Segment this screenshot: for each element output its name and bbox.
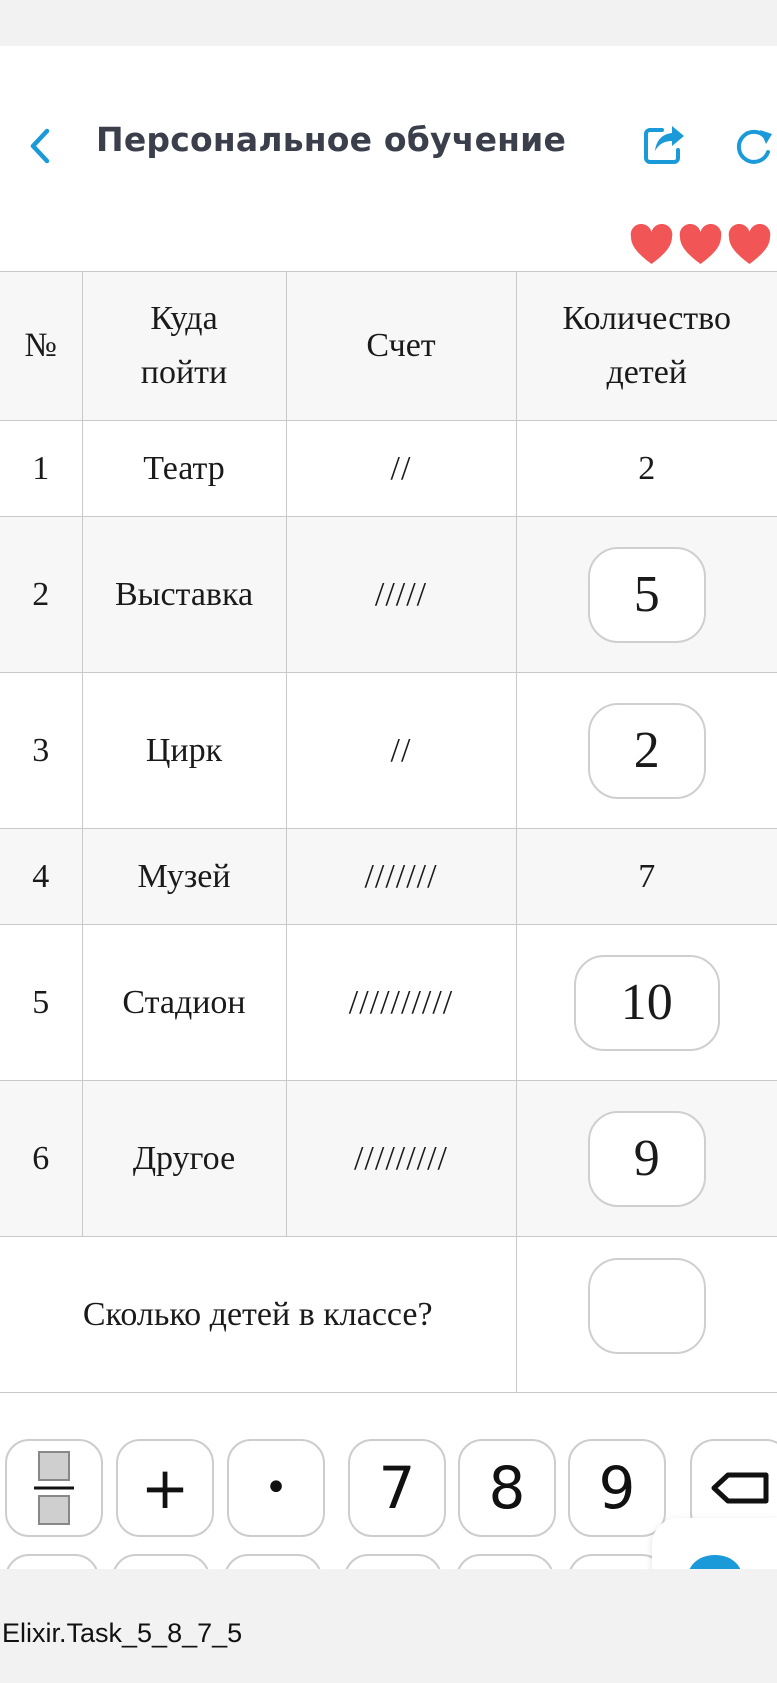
column-header-count: Количество детей	[515, 271, 777, 421]
row-place: Стадион	[81, 924, 287, 1081]
table-row: 4 Музей /////// 7	[0, 828, 777, 925]
column-header-number: №	[0, 271, 83, 421]
row-tally: /////	[285, 516, 517, 673]
count-answer-box[interactable]: 10	[573, 954, 720, 1051]
column-header-tally: Счет	[285, 271, 517, 421]
column-header-place: Куда пойти	[81, 271, 287, 421]
key-dot[interactable]: •	[227, 1439, 325, 1537]
key-seven[interactable]: 7	[348, 1439, 446, 1537]
row-count-cell: 2	[515, 672, 777, 829]
lives-indicator	[630, 223, 777, 270]
heart-icon	[728, 223, 771, 266]
row-number: 5	[0, 924, 83, 1081]
share-icon	[644, 126, 684, 164]
refresh-icon	[736, 129, 772, 164]
key-row2-2[interactable]	[112, 1554, 210, 1569]
key-row2-4[interactable]	[344, 1554, 442, 1569]
row-tally: ///////	[285, 828, 517, 925]
row-number: 6	[0, 1080, 83, 1237]
row-place: Выставка	[81, 516, 287, 673]
count-answer-box[interactable]: 2	[587, 702, 706, 799]
total-answer-cell	[515, 1236, 777, 1393]
table-row: 6 Другое ///////// 9	[0, 1080, 777, 1237]
table-row: 3 Цирк // 2	[0, 672, 777, 829]
tally-table: № Куда пойти Счет Количество детей 1 Теа…	[0, 271, 777, 1393]
fraction-icon	[34, 1451, 74, 1525]
count-answer-box[interactable]: 5	[587, 546, 706, 643]
key-row2-3[interactable]	[224, 1554, 322, 1569]
row-count-cell: 5	[515, 516, 777, 673]
key-row2-1[interactable]	[5, 1554, 99, 1569]
table-row: 5 Стадион ////////// 10	[0, 924, 777, 1081]
share-button[interactable]	[642, 122, 688, 166]
row-place: Цирк	[81, 672, 287, 829]
task-id-label: Elixir.Task_5_8_7_5	[2, 1618, 243, 1648]
row-place: Другое	[81, 1080, 287, 1237]
row-place: Музей	[81, 828, 287, 925]
row-tally: //////////	[285, 924, 517, 1081]
row-number: 2	[0, 516, 83, 673]
row-tally: /////////	[285, 1080, 517, 1237]
total-question: Сколько детей в классе?	[0, 1236, 517, 1393]
total-answer-input[interactable]	[587, 1258, 706, 1354]
app-screen: Персональное обучение № Куда пойти Счет …	[0, 0, 777, 1683]
row-number: 1	[0, 420, 83, 517]
chevron-left-icon	[30, 128, 50, 164]
key-eight[interactable]: 8	[458, 1439, 556, 1537]
key-fraction[interactable]	[5, 1439, 103, 1537]
key-nine[interactable]: 9	[568, 1439, 666, 1537]
row-tally: //	[285, 672, 517, 829]
row-place: Театр	[81, 420, 287, 517]
backspace-icon	[711, 1472, 769, 1504]
row-number: 4	[0, 828, 83, 925]
row-tally: //	[285, 420, 517, 517]
key-plus[interactable]: +	[116, 1439, 214, 1537]
back-button[interactable]	[22, 124, 58, 168]
table-header-row: № Куда пойти Счет Количество детей	[0, 271, 777, 421]
row-count-cell: 10	[515, 924, 777, 1081]
row-count: 2	[515, 420, 777, 517]
row-count-cell: 9	[515, 1080, 777, 1237]
row-count: 7	[515, 828, 777, 925]
refresh-button[interactable]	[730, 124, 777, 168]
total-row: Сколько детей в классе?	[0, 1236, 777, 1393]
count-answer-box[interactable]: 9	[587, 1110, 706, 1207]
page-title: Персональное обучение	[96, 120, 567, 159]
table-row: 1 Театр // 2	[0, 420, 777, 517]
table-row: 2 Выставка ///// 5	[0, 516, 777, 673]
row-number: 3	[0, 672, 83, 829]
heart-icon	[630, 223, 673, 266]
heart-icon	[679, 223, 722, 266]
key-row2-5[interactable]	[456, 1554, 554, 1569]
